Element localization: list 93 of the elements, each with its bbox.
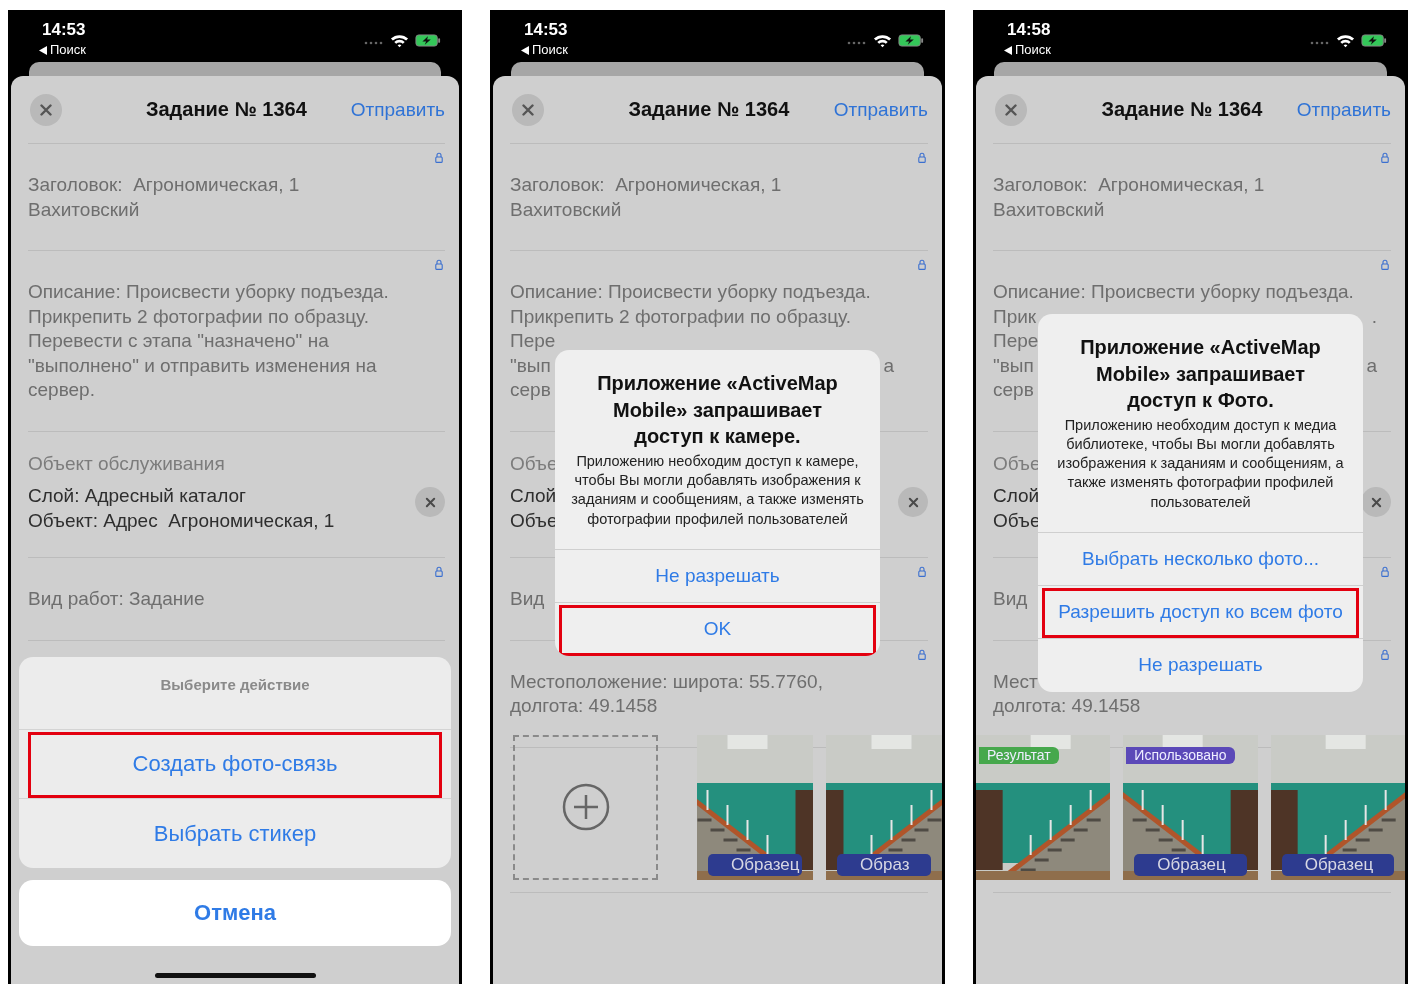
signal-icon: [847, 41, 867, 45]
alert-title: Приложение «ActiveMap Mobile» запрашивает доступ к камере.: [596, 371, 839, 450]
field-text: Местоположение: широта: 55.7760,: [510, 669, 823, 694]
send-link[interactable]: Отправить: [833, 98, 928, 121]
status-time: 14:53: [524, 19, 569, 41]
field-text: "выполнено" и отправить изменения на: [28, 353, 377, 378]
field-text: Заголовок: Агрономическая, 1: [993, 173, 1265, 197]
close-icon: [1005, 103, 1017, 116]
close-icon: [1370, 496, 1382, 508]
field-text: Вахитовский: [993, 197, 1105, 222]
field-text: Перевести с этапа "назначено" на: [28, 329, 329, 353]
battery-icon: [1361, 34, 1387, 47]
cancel-button[interactable]: Отмена: [19, 880, 451, 946]
back-icon: [39, 45, 47, 55]
wifi-icon: [1336, 33, 1355, 48]
alert-button[interactable]: OK: [555, 602, 880, 656]
plus-icon: [561, 783, 610, 831]
wifi-icon: [873, 33, 892, 48]
close-button[interactable]: [30, 93, 62, 126]
alert-message: Приложению необходим доступ к камере, чтобы Вы могли добавлять изображения к заданиям и сообщениям, а также изменять фотографии профилей пользователей: [571, 451, 864, 529]
field-value: Объект: Адрес Агрономическая, 1: [28, 508, 335, 533]
field-text: Вид работ: Задание: [28, 587, 205, 611]
field-text: долгота: 49.1458: [510, 694, 658, 718]
field-text: "вып: [510, 353, 551, 378]
close-icon: [907, 496, 919, 508]
wifi-icon: [390, 33, 409, 48]
field-label: Объе: [993, 451, 1041, 476]
alert-button[interactable]: Не разрешать: [555, 549, 880, 603]
sheet-action[interactable]: Создать фото-связь: [19, 730, 451, 799]
field-text: а: [1366, 353, 1377, 378]
field-text: серв: [993, 378, 1034, 402]
screen-title: Задание № 1364: [144, 98, 308, 121]
photo-badge: Образец: [708, 853, 802, 876]
screen-title: Задание № 1364: [627, 98, 791, 121]
field-text: Вахитовский: [28, 197, 140, 222]
back-icon: [521, 45, 529, 55]
battery-icon: [898, 34, 924, 47]
field-value: Объе: [993, 508, 1041, 533]
send-link[interactable]: Отправить: [1296, 98, 1391, 121]
field-value: Слой: [510, 484, 557, 508]
close-icon: [40, 103, 52, 116]
field-text: Вид: [510, 587, 545, 611]
alert-message: Приложению необходим доступ к медиа библиотеке, чтобы Вы могли добавлять изображения к заданиям и сообщениям, а также изменять фотографии профилей пользователей: [1056, 415, 1345, 512]
status-time: 14:58: [1007, 19, 1052, 41]
back-link[interactable]: Поиск: [521, 41, 569, 59]
sheet-action[interactable]: Выбрать стикер: [19, 799, 451, 868]
field-text: Пере: [510, 329, 556, 353]
photo-badge: Образ: [837, 853, 931, 876]
back-icon: [1004, 45, 1012, 55]
clear-button[interactable]: [898, 487, 928, 518]
field-text: серв: [510, 378, 551, 402]
alert-button[interactable]: Не разрешать: [1038, 639, 1363, 692]
field-value: Объе: [510, 508, 558, 533]
field-text: Описание: Происвести уборку подъезда.: [510, 280, 871, 304]
field-text: Прикрепить 2 фотографии по образцу.: [28, 304, 369, 329]
field-text: долгота: 49.1458: [993, 694, 1141, 718]
field-text: Мест: [993, 669, 1038, 694]
field-value: Слой: Адресный каталог: [28, 484, 246, 508]
signal-icon: [1310, 41, 1330, 45]
field-text: Вид: [993, 587, 1028, 611]
close-button[interactable]: [995, 93, 1027, 126]
field-text: сервер.: [28, 378, 95, 402]
sheet-title: Выберите действие: [160, 676, 310, 694]
photo-badge: Образец: [1134, 853, 1247, 876]
status-time: 14:53: [42, 19, 87, 41]
field-label: Объект обслуживания: [28, 451, 225, 476]
close-button[interactable]: [512, 93, 544, 126]
field-text: а: [883, 353, 894, 378]
field-text: Заголовок: Агрономическая, 1: [28, 173, 300, 197]
screen-title: Задание № 1364: [1100, 98, 1264, 121]
alert-title: Приложение «ActiveMap Mobile» запрашивает доступ к Фото.: [1079, 335, 1322, 413]
close-icon: [522, 103, 534, 116]
field-text: Заголовок: Агрономическая, 1: [510, 173, 782, 197]
field-text: "вып: [993, 353, 1034, 378]
back-link[interactable]: Поиск: [39, 41, 87, 59]
alert-button[interactable]: Разрешить доступ ко всем фото: [1038, 586, 1363, 639]
field-text: Прикрепить 2 фотографии по образцу.: [510, 304, 851, 329]
clear-button[interactable]: [1361, 487, 1391, 518]
clear-button[interactable]: [415, 487, 445, 518]
field-text: Описание: Происвести уборку подъезда.: [28, 280, 389, 304]
field-text: .: [1371, 304, 1377, 329]
field-text: Вахитовский: [510, 197, 622, 222]
field-label: Объе: [510, 451, 558, 476]
alert-button[interactable]: Выбрать несколько фото...: [1038, 533, 1363, 586]
field-text: Прик: [993, 304, 1037, 329]
send-link[interactable]: Отправить: [350, 98, 445, 121]
field-text: Пере: [993, 329, 1039, 353]
field-value: Слой: [993, 484, 1040, 508]
close-icon: [424, 496, 436, 508]
battery-icon: [415, 34, 441, 47]
field-text: Описание: Происвести уборку подъезда.: [993, 280, 1354, 304]
signal-icon: [364, 41, 384, 45]
back-link[interactable]: Поиск: [1004, 41, 1052, 59]
